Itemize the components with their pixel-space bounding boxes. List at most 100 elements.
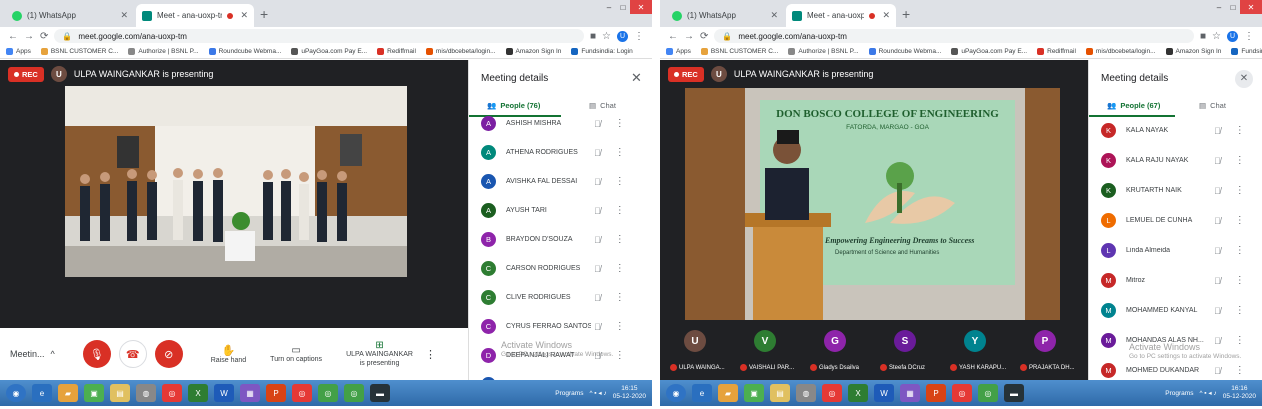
participant-row[interactable]: K KRUTARTH NAIK 🎙̸ ⋮ xyxy=(1101,176,1245,205)
media-icon[interactable]: ◍ xyxy=(136,384,156,402)
bookmark-item[interactable]: Amazon Sign In xyxy=(505,48,561,55)
presentation-button[interactable]: ⊞ ULPA WAINGANKAR is presenting xyxy=(346,340,413,368)
close-icon[interactable]: ✕ xyxy=(240,10,248,21)
back-icon[interactable]: ← xyxy=(8,31,18,42)
app-icon[interactable]: ▣ xyxy=(744,384,764,402)
bookmark-item[interactable]: BSNL CUSTOMER C... xyxy=(700,48,778,55)
bookmark-item[interactable]: Fundsindia: Login xyxy=(571,48,633,55)
tile-avatar[interactable]: Y xyxy=(964,330,986,352)
bookmark-item[interactable]: Amazon Sign In xyxy=(1165,48,1221,55)
menu-icon[interactable]: ⋮ xyxy=(634,31,644,42)
bookmark-item[interactable]: Rediffmail xyxy=(1037,48,1076,55)
explorer-icon[interactable]: ▰ xyxy=(718,384,738,402)
app-icon[interactable]: ▣ xyxy=(84,384,104,402)
bookmark-item[interactable]: Apps xyxy=(6,48,31,55)
participant-row[interactable]: C CYRUS FERRAO SANTOS 🎙̸ ⋮ xyxy=(481,312,625,341)
app2-icon[interactable]: ▦ xyxy=(240,384,260,402)
participant-row[interactable]: M MOHAMMED KANYAL 🎙̸ ⋮ xyxy=(1101,296,1245,325)
forward-icon[interactable]: → xyxy=(684,31,694,42)
chrome3-icon[interactable]: ◎ xyxy=(318,384,338,402)
participant-row[interactable]: A AVISHKA FAL DESSAI 🎙̸ ⋮ xyxy=(481,167,625,196)
tab-meet[interactable]: Meet - ana-uoxp-tm ✕ xyxy=(136,4,254,27)
participant-row[interactable]: M Mitroz 🎙̸ ⋮ xyxy=(1101,266,1245,295)
bookmark-item[interactable]: mis/dbcebeta/login... xyxy=(1085,48,1156,55)
maximize-icon[interactable]: □ xyxy=(1226,0,1240,14)
bookmark-item[interactable]: Authorize | BSNL P... xyxy=(788,48,859,55)
bookmark-item[interactable]: Authorize | BSNL P... xyxy=(128,48,199,55)
participant-row[interactable]: L Linda Almeida 🎙̸ ⋮ xyxy=(1101,236,1245,265)
start-button[interactable]: ◉ xyxy=(6,384,26,402)
participant-more-icon[interactable]: ⋮ xyxy=(615,118,625,129)
participant-row[interactable]: C CARSON RODRIGUES 🎙̸ ⋮ xyxy=(481,254,625,283)
participant-more-icon[interactable]: ⋮ xyxy=(1235,185,1245,196)
minimize-icon[interactable]: – xyxy=(602,0,616,14)
participant-more-icon[interactable]: ⋮ xyxy=(1235,275,1245,286)
bookmark-item[interactable]: Roundcube Webma... xyxy=(868,48,941,55)
tray-programs[interactable]: Programs xyxy=(555,390,583,397)
participant-row[interactable]: A ASHISH MISHRA 🎙̸ ⋮ xyxy=(481,109,625,138)
tile-avatar[interactable]: V xyxy=(754,330,776,352)
maximize-icon[interactable]: □ xyxy=(616,0,630,14)
new-tab-icon[interactable]: + xyxy=(902,6,910,22)
clock[interactable]: 16:15 05-12-2020 xyxy=(613,385,646,401)
camera-off-button[interactable]: ⊘ xyxy=(154,340,183,368)
explorer-icon[interactable]: ▰ xyxy=(58,384,78,402)
participant-more-icon[interactable]: ⋮ xyxy=(1235,215,1245,226)
participant-more-icon[interactable]: ⋮ xyxy=(615,176,625,187)
close-icon[interactable]: ✕ xyxy=(882,10,890,21)
reload-icon[interactable]: ⟳ xyxy=(40,31,48,42)
raise-hand-button[interactable]: ✋ Raise hand xyxy=(211,344,246,364)
mic-off-button[interactable]: 🎙 xyxy=(82,340,111,368)
participant-row[interactable]: K KALA NAYAK 🎙̸ ⋮ xyxy=(1101,116,1245,145)
close-icon[interactable]: ✕ xyxy=(770,10,778,21)
app2-icon[interactable]: ▦ xyxy=(900,384,920,402)
participant-row[interactable]: L LEMUEL DE CUNHA 🎙̸ ⋮ xyxy=(1101,206,1245,235)
tab-chat[interactable]: ▤ Chat xyxy=(1199,101,1226,110)
start-button[interactable]: ◉ xyxy=(666,384,686,402)
chrome-icon[interactable]: ◎ xyxy=(162,384,182,402)
bookmark-item[interactable]: Rediffmail xyxy=(377,48,416,55)
participant-row[interactable]: A AYUSH TARI 🎙̸ ⋮ xyxy=(481,196,625,225)
tray-icons[interactable]: ^ ▪ ◂ ♪ xyxy=(1199,389,1216,397)
participant-more-icon[interactable]: ⋮ xyxy=(1235,305,1245,316)
ie-icon[interactable]: e xyxy=(32,384,52,402)
window-close-icon[interactable]: ✕ xyxy=(1240,0,1262,14)
tile-avatar[interactable]: G xyxy=(824,330,846,352)
chrome-icon[interactable]: ◎ xyxy=(822,384,842,402)
camera-blocked-icon[interactable]: ■ xyxy=(1200,31,1206,42)
star-icon[interactable]: ☆ xyxy=(1212,31,1221,42)
star-icon[interactable]: ☆ xyxy=(602,31,611,42)
folder-icon[interactable]: ▤ xyxy=(110,384,130,402)
address-bar[interactable]: 🔒 meet.google.com/ana-uoxp-tm xyxy=(714,29,1194,43)
participant-more-icon[interactable]: ⋮ xyxy=(1235,245,1245,256)
tray-programs[interactable]: Programs xyxy=(1165,390,1193,397)
participant-more-icon[interactable]: ⋮ xyxy=(1235,155,1245,166)
participant-row[interactable]: C CLIVE RODRIGUES 🎙̸ ⋮ xyxy=(481,283,625,312)
cmd-icon[interactable]: ▬ xyxy=(370,384,390,402)
media-icon[interactable]: ◍ xyxy=(796,384,816,402)
close-icon[interactable]: ✕ xyxy=(120,10,128,21)
menu-icon[interactable]: ⋮ xyxy=(1244,31,1254,42)
bookmark-item[interactable]: BSNL CUSTOMER C... xyxy=(40,48,118,55)
excel-icon[interactable]: X xyxy=(188,384,208,402)
clock[interactable]: 16:16 05-12-2020 xyxy=(1223,385,1256,401)
participant-more-icon[interactable]: ⋮ xyxy=(615,147,625,158)
chrome4-icon[interactable]: ◎ xyxy=(344,384,364,402)
tab-people[interactable]: 👥 People (67) xyxy=(1107,101,1160,110)
captions-button[interactable]: ▭ Turn on captions xyxy=(270,345,322,363)
word-icon[interactable]: W xyxy=(214,384,234,402)
close-panel-icon[interactable]: ✕ xyxy=(631,70,642,86)
participant-more-icon[interactable]: ⋮ xyxy=(615,263,625,274)
participant-more-icon[interactable]: ⋮ xyxy=(615,350,625,361)
bookmark-item[interactable]: Apps xyxy=(666,48,691,55)
more-options-icon[interactable]: ⋮ xyxy=(425,348,436,361)
address-bar[interactable]: 🔒 meet.google.com/ana-uoxp-tm xyxy=(54,29,584,43)
chevron-up-icon[interactable]: ^ xyxy=(51,349,55,359)
camera-blocked-icon[interactable]: ■ xyxy=(590,31,596,42)
bookmark-item[interactable]: Fundsindia: Login xyxy=(1231,48,1262,55)
minimize-icon[interactable]: – xyxy=(1212,0,1226,14)
word-icon[interactable]: W xyxy=(874,384,894,402)
forward-icon[interactable]: → xyxy=(24,31,34,42)
end-call-button[interactable]: ☎ xyxy=(118,340,147,368)
tray-icons[interactable]: ^ ▪ ◂ ♪ xyxy=(589,389,606,397)
